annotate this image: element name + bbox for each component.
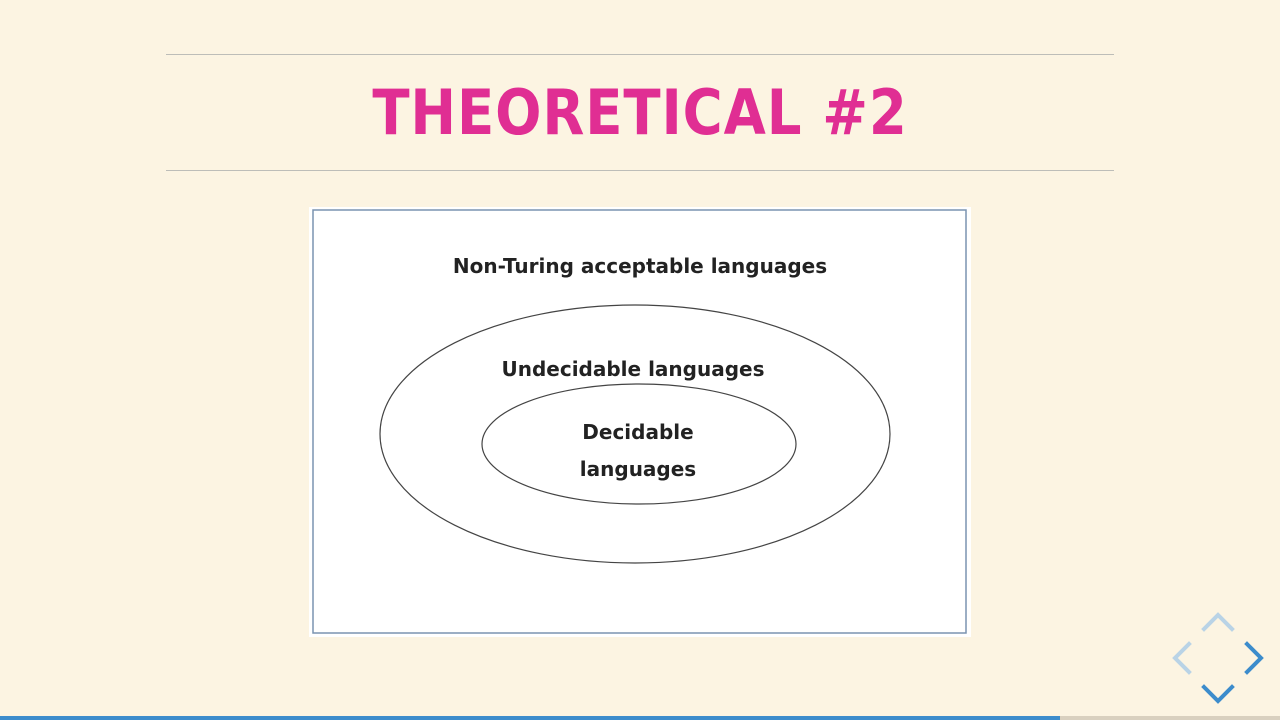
slide-title: THEORETICAL #2 (372, 76, 908, 149)
nav-down-arrow-icon[interactable] (1168, 608, 1268, 708)
non-turing-label: Non-Turing acceptable languages (452, 254, 828, 278)
venn-diagram: Non-Turing acceptable languages Undecida… (309, 207, 971, 637)
bottom-divider (166, 170, 1114, 171)
presentation-progress-bar (0, 716, 1280, 720)
top-divider (166, 54, 1114, 55)
undecidable-label: Undecidable languages (501, 357, 765, 381)
progress-fill (0, 716, 1060, 720)
decidable-label: Decidable languages (579, 420, 697, 481)
slide-navigation-controls (1168, 608, 1268, 708)
